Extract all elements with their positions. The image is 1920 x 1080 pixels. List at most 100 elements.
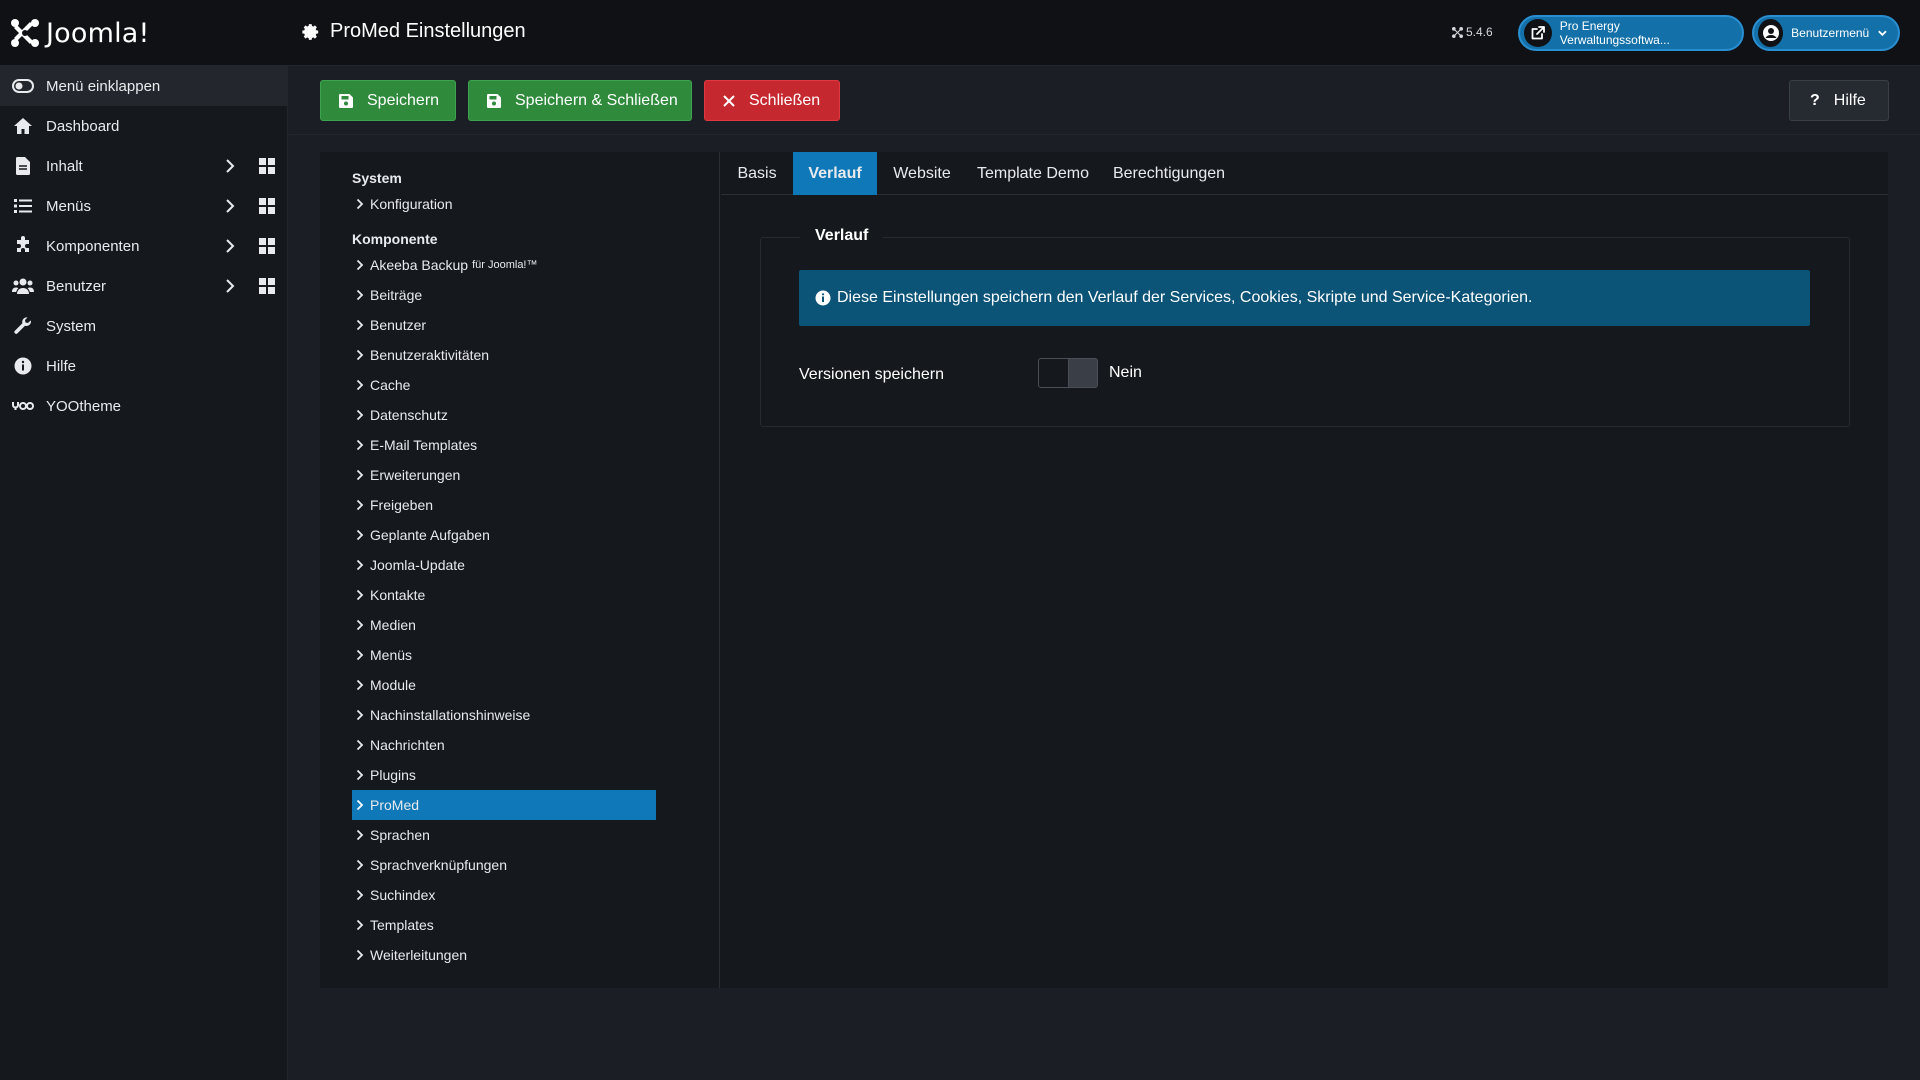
tree-item[interactable]: Sprachen [352, 820, 656, 850]
tree-item-label: Nachinstallationshinweise [370, 707, 531, 723]
user-menu-label: Benutzermenü [1791, 26, 1870, 40]
tab-bar: Basis Verlauf Website Template Demo Bere… [721, 152, 1888, 195]
dashboard-grid-icon[interactable] [259, 238, 275, 254]
chevron-right-icon [356, 469, 364, 481]
dashboard-grid-icon[interactable] [259, 158, 275, 174]
tree-item-label: Akeeba Backup [370, 257, 469, 273]
tree-item[interactable]: Kontakte [352, 580, 656, 610]
tab-website[interactable]: Website [877, 152, 967, 195]
save-close-button[interactable]: Speichern & Schließen [468, 80, 692, 121]
sidebar-item-label: Menüs [46, 197, 92, 215]
chevron-right-icon [356, 319, 364, 331]
tree-item-sublabel: für Joomla!™ [472, 259, 538, 271]
tree-item[interactable]: Plugins [352, 760, 656, 790]
info-alert: Diese Einstellungen speichern den Verlau… [799, 270, 1810, 326]
tree-item-label: Medien [370, 617, 416, 633]
sidebar-item-yootheme[interactable]: YOOtheme [0, 386, 288, 426]
tree-item-label: Kontakte [370, 587, 426, 603]
sidebar-item-toggle-menu[interactable]: Menü einklappen [0, 66, 288, 106]
tree-item[interactable]: Sprachverknüpfungen [352, 850, 656, 880]
tree-item[interactable]: Geplante Aufgaben [352, 520, 656, 550]
sidebar-item-inhalt[interactable]: Inhalt [0, 146, 288, 186]
switch-knob [1039, 359, 1069, 387]
tree-item[interactable]: Nachinstallationshinweise [352, 700, 656, 730]
save-close-label: Speichern & Schließen [515, 91, 678, 109]
tree-item-akeeba[interactable]: Akeeba Backup für Joomla!™ [352, 250, 656, 280]
tree-item[interactable]: Cache [352, 370, 656, 400]
save-button[interactable]: Speichern [320, 80, 456, 121]
tree-item[interactable]: Module [352, 670, 656, 700]
info-circle-icon [815, 290, 831, 306]
tree-item-label: Sprachen [370, 827, 430, 843]
tree-item[interactable]: Medien [352, 610, 656, 640]
version-text: 5.4.6 [1466, 25, 1493, 39]
tree-item[interactable]: E-Mail Templates [352, 430, 656, 460]
chevron-right-icon[interactable] [225, 198, 235, 214]
chevron-right-icon[interactable] [225, 238, 235, 254]
switch-state-label: Nein [1109, 364, 1142, 381]
chevron-right-icon [356, 739, 364, 751]
sidebar-item-komponenten[interactable]: Komponenten [0, 226, 288, 266]
tree-item[interactable]: Suchindex [352, 880, 656, 910]
tree-item[interactable]: Menüs [352, 640, 656, 670]
tree-item-label: Cache [370, 377, 411, 393]
info-icon [0, 357, 46, 375]
joomla-logo[interactable]: Joomla! [10, 16, 150, 50]
chevron-right-icon [356, 619, 364, 631]
sidebar: Menü einklappen Dashboard Inhalt Menüs K… [0, 66, 288, 1080]
tree-item[interactable]: Benutzeraktivitäten [352, 340, 656, 370]
sidebar-item-system[interactable]: System [0, 306, 288, 346]
chevron-right-icon [356, 919, 364, 931]
site-link-label: Pro Energy Verwaltungssoftwa... [1559, 19, 1670, 47]
versionen-speichern-switch[interactable] [1038, 358, 1098, 388]
chevron-right-icon[interactable] [225, 158, 235, 174]
dashboard-grid-icon[interactable] [259, 278, 275, 294]
chevron-right-icon[interactable] [225, 278, 235, 294]
tree-item[interactable]: Benutzer [352, 310, 656, 340]
sidebar-item-menues[interactable]: Menüs [0, 186, 288, 226]
home-icon [0, 117, 46, 135]
tree-item[interactable]: Datenschutz [352, 400, 656, 430]
tree-item[interactable]: Freigeben [352, 490, 656, 520]
component-tree: System Konfiguration Komponente Akeeba B… [320, 152, 720, 988]
sidebar-item-label: Hilfe [46, 357, 77, 375]
wrench-icon [0, 317, 46, 335]
sidebar-item-label: Benutzer [46, 277, 107, 295]
sidebar-item-hilfe[interactable]: Hilfe [0, 346, 288, 386]
tree-item-promed[interactable]: ProMed [352, 790, 656, 820]
versionen-speichern-label: Versionen speichern [799, 366, 944, 383]
tree-item-label: Benutzeraktivitäten [370, 347, 490, 363]
sidebar-item-label: Dashboard [46, 117, 120, 135]
close-button[interactable]: Schließen [704, 80, 840, 121]
sidebar-item-benutzer[interactable]: Benutzer [0, 266, 288, 306]
save-icon [487, 93, 501, 108]
tree-item[interactable]: Nachrichten [352, 730, 656, 760]
chevron-right-icon [356, 799, 364, 811]
help-button[interactable]: ? Hilfe [1789, 80, 1889, 121]
tree-item[interactable]: Joomla-Update [352, 550, 656, 580]
tab-verlauf[interactable]: Verlauf [793, 152, 877, 195]
user-menu-button[interactable]: Benutzermenü [1752, 15, 1900, 51]
chevron-right-icon [356, 379, 364, 391]
tree-item[interactable]: Templates [352, 910, 656, 940]
tree-item-label: Sprachverknüpfungen [370, 857, 507, 873]
tab-basis[interactable]: Basis [721, 152, 793, 195]
chevron-right-icon [356, 559, 364, 571]
sidebar-item-label: Inhalt [46, 157, 83, 175]
site-link-button[interactable]: Pro Energy Verwaltungssoftwa... [1518, 15, 1744, 51]
tab-berechtigungen[interactable]: Berechtigungen [1099, 152, 1239, 195]
page-title: ProMed Einstellungen [302, 20, 526, 43]
tree-item-konfiguration[interactable]: Konfiguration [352, 189, 656, 219]
tab-template-demo[interactable]: Template Demo [967, 152, 1099, 195]
tree-item[interactable]: Beiträge [352, 280, 656, 310]
sidebar-item-label: YOOtheme [46, 397, 122, 415]
dashboard-grid-icon[interactable] [259, 198, 275, 214]
sidebar-item-dashboard[interactable]: Dashboard [0, 106, 288, 146]
tree-item[interactable]: Weiterleitungen [352, 940, 656, 970]
save-label: Speichern [367, 91, 440, 109]
user-circle-icon [1758, 19, 1784, 47]
chevron-right-icon [356, 949, 364, 961]
tree-item[interactable]: Erweiterungen [352, 460, 656, 490]
yootheme-icon [0, 401, 46, 411]
tree-item-label: Weiterleitungen [370, 947, 468, 963]
